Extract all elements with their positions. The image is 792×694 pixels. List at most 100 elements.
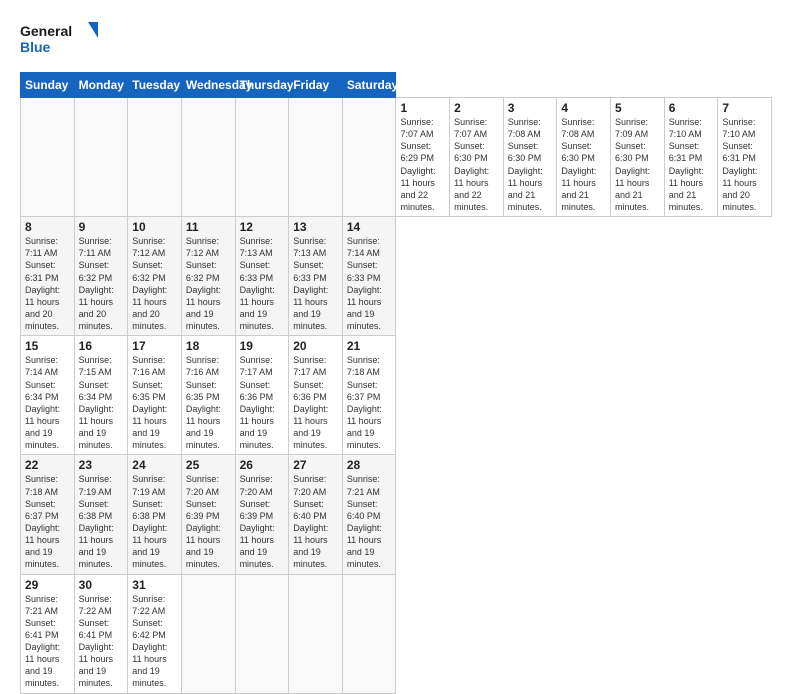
calendar-cell: 5 Sunrise: 7:09 AMSunset: 6:30 PMDayligh… [611, 98, 665, 217]
day-info: Sunrise: 7:09 AMSunset: 6:30 PMDaylight:… [615, 116, 660, 213]
day-number: 17 [132, 339, 177, 353]
day-info: Sunrise: 7:12 AMSunset: 6:32 PMDaylight:… [186, 235, 231, 332]
calendar-cell: 30 Sunrise: 7:22 AMSunset: 6:41 PMDaylig… [74, 574, 128, 693]
calendar-cell [289, 98, 343, 217]
weekday-thursday: Thursday [235, 73, 289, 98]
day-info: Sunrise: 7:16 AMSunset: 6:35 PMDaylight:… [186, 354, 231, 451]
calendar-cell: 11 Sunrise: 7:12 AMSunset: 6:32 PMDaylig… [181, 217, 235, 336]
calendar-cell: 1 Sunrise: 7:07 AMSunset: 6:29 PMDayligh… [396, 98, 450, 217]
day-number: 29 [25, 578, 70, 592]
calendar-cell: 15 Sunrise: 7:14 AMSunset: 6:34 PMDaylig… [21, 336, 75, 455]
day-number: 18 [186, 339, 231, 353]
calendar-cell: 8 Sunrise: 7:11 AMSunset: 6:31 PMDayligh… [21, 217, 75, 336]
day-number: 9 [79, 220, 124, 234]
day-number: 25 [186, 458, 231, 472]
day-number: 6 [669, 101, 714, 115]
calendar-cell: 18 Sunrise: 7:16 AMSunset: 6:35 PMDaylig… [181, 336, 235, 455]
day-info: Sunrise: 7:13 AMSunset: 6:33 PMDaylight:… [293, 235, 338, 332]
day-number: 11 [186, 220, 231, 234]
weekday-monday: Monday [74, 73, 128, 98]
calendar-cell: 23 Sunrise: 7:19 AMSunset: 6:38 PMDaylig… [74, 455, 128, 574]
day-number: 5 [615, 101, 660, 115]
weekday-tuesday: Tuesday [128, 73, 182, 98]
day-info: Sunrise: 7:21 AMSunset: 6:41 PMDaylight:… [25, 593, 70, 690]
page: General Blue SundayMondayTuesdayWednesda… [0, 0, 792, 612]
weekday-friday: Friday [289, 73, 343, 98]
week-row-1: 1 Sunrise: 7:07 AMSunset: 6:29 PMDayligh… [21, 98, 772, 217]
week-row-4: 22 Sunrise: 7:18 AMSunset: 6:37 PMDaylig… [21, 455, 772, 574]
day-info: Sunrise: 7:18 AMSunset: 6:37 PMDaylight:… [25, 473, 70, 570]
day-info: Sunrise: 7:14 AMSunset: 6:34 PMDaylight:… [25, 354, 70, 451]
day-number: 8 [25, 220, 70, 234]
day-number: 20 [293, 339, 338, 353]
calendar-cell: 21 Sunrise: 7:18 AMSunset: 6:37 PMDaylig… [342, 336, 396, 455]
day-number: 27 [293, 458, 338, 472]
day-number: 1 [400, 101, 445, 115]
day-info: Sunrise: 7:20 AMSunset: 6:39 PMDaylight:… [186, 473, 231, 570]
calendar-cell: 4 Sunrise: 7:08 AMSunset: 6:30 PMDayligh… [557, 98, 611, 217]
day-info: Sunrise: 7:16 AMSunset: 6:35 PMDaylight:… [132, 354, 177, 451]
day-number: 3 [508, 101, 553, 115]
calendar-cell: 14 Sunrise: 7:14 AMSunset: 6:33 PMDaylig… [342, 217, 396, 336]
weekday-wednesday: Wednesday [181, 73, 235, 98]
calendar-cell [342, 98, 396, 217]
day-number: 21 [347, 339, 392, 353]
day-number: 14 [347, 220, 392, 234]
calendar-cell [21, 98, 75, 217]
day-number: 16 [79, 339, 124, 353]
day-number: 2 [454, 101, 499, 115]
day-info: Sunrise: 7:11 AMSunset: 6:32 PMDaylight:… [79, 235, 124, 332]
day-number: 31 [132, 578, 177, 592]
calendar-cell [235, 98, 289, 217]
weekday-header-row: SundayMondayTuesdayWednesdayThursdayFrid… [21, 73, 772, 98]
logo-svg: General Blue [20, 18, 100, 62]
day-info: Sunrise: 7:17 AMSunset: 6:36 PMDaylight:… [240, 354, 285, 451]
day-number: 23 [79, 458, 124, 472]
day-number: 22 [25, 458, 70, 472]
day-info: Sunrise: 7:07 AMSunset: 6:30 PMDaylight:… [454, 116, 499, 213]
calendar-cell: 7 Sunrise: 7:10 AMSunset: 6:31 PMDayligh… [718, 98, 772, 217]
day-info: Sunrise: 7:22 AMSunset: 6:42 PMDaylight:… [132, 593, 177, 690]
calendar-cell: 31 Sunrise: 7:22 AMSunset: 6:42 PMDaylig… [128, 574, 182, 693]
header: General Blue [20, 18, 772, 62]
day-info: Sunrise: 7:19 AMSunset: 6:38 PMDaylight:… [79, 473, 124, 570]
day-info: Sunrise: 7:12 AMSunset: 6:32 PMDaylight:… [132, 235, 177, 332]
day-number: 13 [293, 220, 338, 234]
calendar-cell: 2 Sunrise: 7:07 AMSunset: 6:30 PMDayligh… [450, 98, 504, 217]
calendar-cell [289, 574, 343, 693]
week-row-5: 29 Sunrise: 7:21 AMSunset: 6:41 PMDaylig… [21, 574, 772, 693]
week-row-2: 8 Sunrise: 7:11 AMSunset: 6:31 PMDayligh… [21, 217, 772, 336]
day-info: Sunrise: 7:08 AMSunset: 6:30 PMDaylight:… [508, 116, 553, 213]
calendar-cell: 19 Sunrise: 7:17 AMSunset: 6:36 PMDaylig… [235, 336, 289, 455]
calendar-cell: 28 Sunrise: 7:21 AMSunset: 6:40 PMDaylig… [342, 455, 396, 574]
calendar-cell [74, 98, 128, 217]
day-number: 26 [240, 458, 285, 472]
day-info: Sunrise: 7:13 AMSunset: 6:33 PMDaylight:… [240, 235, 285, 332]
day-number: 12 [240, 220, 285, 234]
day-info: Sunrise: 7:21 AMSunset: 6:40 PMDaylight:… [347, 473, 392, 570]
day-info: Sunrise: 7:19 AMSunset: 6:38 PMDaylight:… [132, 473, 177, 570]
week-row-3: 15 Sunrise: 7:14 AMSunset: 6:34 PMDaylig… [21, 336, 772, 455]
day-info: Sunrise: 7:08 AMSunset: 6:30 PMDaylight:… [561, 116, 606, 213]
day-info: Sunrise: 7:17 AMSunset: 6:36 PMDaylight:… [293, 354, 338, 451]
day-number: 7 [722, 101, 767, 115]
weekday-saturday: Saturday [342, 73, 396, 98]
calendar-cell: 12 Sunrise: 7:13 AMSunset: 6:33 PMDaylig… [235, 217, 289, 336]
calendar-cell [235, 574, 289, 693]
calendar-cell [128, 98, 182, 217]
day-info: Sunrise: 7:22 AMSunset: 6:41 PMDaylight:… [79, 593, 124, 690]
day-info: Sunrise: 7:11 AMSunset: 6:31 PMDaylight:… [25, 235, 70, 332]
calendar-cell: 6 Sunrise: 7:10 AMSunset: 6:31 PMDayligh… [664, 98, 718, 217]
calendar-cell: 16 Sunrise: 7:15 AMSunset: 6:34 PMDaylig… [74, 336, 128, 455]
day-info: Sunrise: 7:20 AMSunset: 6:40 PMDaylight:… [293, 473, 338, 570]
svg-text:Blue: Blue [20, 39, 51, 55]
calendar-cell [342, 574, 396, 693]
day-number: 19 [240, 339, 285, 353]
day-info: Sunrise: 7:10 AMSunset: 6:31 PMDaylight:… [669, 116, 714, 213]
day-info: Sunrise: 7:10 AMSunset: 6:31 PMDaylight:… [722, 116, 767, 213]
calendar-table: SundayMondayTuesdayWednesdayThursdayFrid… [20, 72, 772, 694]
day-number: 4 [561, 101, 606, 115]
weekday-sunday: Sunday [21, 73, 75, 98]
svg-text:General: General [20, 23, 72, 39]
calendar-cell: 17 Sunrise: 7:16 AMSunset: 6:35 PMDaylig… [128, 336, 182, 455]
